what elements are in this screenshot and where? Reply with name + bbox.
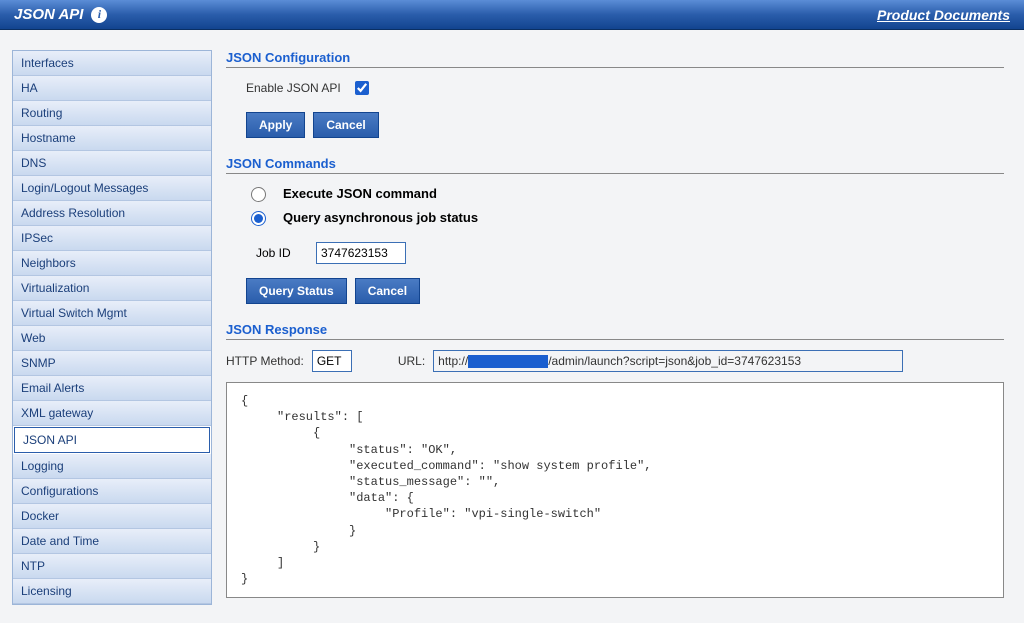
header-title-wrap: JSON API i	[14, 6, 107, 23]
sidebar-item-interfaces[interactable]: Interfaces	[13, 51, 211, 76]
sidebar-item-neighbors[interactable]: Neighbors	[13, 251, 211, 276]
sidebar-item-ha[interactable]: HA	[13, 76, 211, 101]
app-header: JSON API i Product Documents	[0, 0, 1024, 30]
sidebar-item-virtualization[interactable]: Virtualization	[13, 276, 211, 301]
sidebar-item-json-api[interactable]: JSON API	[14, 427, 210, 453]
url-prefix: http://	[438, 354, 468, 368]
sidebar-item-date-and-time[interactable]: Date and Time	[13, 529, 211, 554]
radio-query-row: Query asynchronous job status	[226, 208, 1004, 226]
url-label: URL:	[398, 354, 425, 368]
http-method-value[interactable]	[312, 350, 352, 372]
header-right: Product Documents	[877, 7, 1010, 23]
sidebar-item-snmp[interactable]: SNMP	[13, 351, 211, 376]
sidebar-item-ipsec[interactable]: IPSec	[13, 226, 211, 251]
cancel-button[interactable]: Cancel	[313, 112, 378, 138]
section-json-commands: JSON Commands	[226, 156, 1004, 174]
radio-query-label[interactable]: Query asynchronous job status	[283, 210, 478, 225]
commands-button-row: Query Status Cancel	[246, 278, 1004, 304]
query-status-button[interactable]: Query Status	[246, 278, 347, 304]
url-redacted-host	[468, 355, 548, 368]
jobid-input[interactable]	[316, 242, 406, 264]
url-field[interactable]: http:// /admin/launch?script=json&job_id=…	[433, 350, 903, 372]
section-json-configuration: JSON Configuration	[226, 50, 1004, 68]
sidebar-item-login-logout-messages[interactable]: Login/Logout Messages	[13, 176, 211, 201]
section-json-response: JSON Response	[226, 322, 1004, 340]
info-icon[interactable]: i	[91, 7, 107, 23]
sidebar-item-hostname[interactable]: Hostname	[13, 126, 211, 151]
layout: InterfacesHARoutingHostnameDNSLogin/Logo…	[0, 30, 1024, 617]
page-title: JSON API	[14, 6, 83, 23]
sidebar-item-licensing[interactable]: Licensing	[13, 579, 211, 604]
sidebar-item-docker[interactable]: Docker	[13, 504, 211, 529]
sidebar-item-routing[interactable]: Routing	[13, 101, 211, 126]
config-button-row: Apply Cancel	[246, 112, 1004, 138]
enable-json-row: Enable JSON API	[226, 78, 1004, 98]
commands-cancel-button[interactable]: Cancel	[355, 278, 420, 304]
jobid-row: Job ID	[226, 242, 1004, 264]
http-method-label: HTTP Method:	[226, 354, 304, 368]
sidebar-item-configurations[interactable]: Configurations	[13, 479, 211, 504]
sidebar-item-logging[interactable]: Logging	[13, 454, 211, 479]
enable-json-checkbox[interactable]	[355, 81, 369, 95]
main-content: JSON Configuration Enable JSON API Apply…	[226, 50, 1012, 598]
sidebar: InterfacesHARoutingHostnameDNSLogin/Logo…	[12, 50, 212, 605]
sidebar-item-ntp[interactable]: NTP	[13, 554, 211, 579]
sidebar-item-xml-gateway[interactable]: XML gateway	[13, 401, 211, 426]
response-meta-row: HTTP Method: URL: http:// /admin/launch?s…	[226, 350, 1004, 372]
apply-button[interactable]: Apply	[246, 112, 305, 138]
sidebar-item-web[interactable]: Web	[13, 326, 211, 351]
sidebar-item-email-alerts[interactable]: Email Alerts	[13, 376, 211, 401]
radio-execute-row: Execute JSON command	[226, 184, 1004, 202]
url-suffix: /admin/launch?script=json&job_id=3747623…	[548, 354, 801, 368]
enable-json-label: Enable JSON API	[246, 81, 341, 95]
radio-execute-label[interactable]: Execute JSON command	[283, 186, 437, 201]
radio-query[interactable]	[251, 211, 266, 226]
sidebar-item-virtual-switch-mgmt[interactable]: Virtual Switch Mgmt	[13, 301, 211, 326]
response-body[interactable]: { "results": [ { "status": "OK", "execut…	[226, 382, 1004, 598]
sidebar-item-address-resolution[interactable]: Address Resolution	[13, 201, 211, 226]
jobid-label: Job ID	[256, 246, 306, 260]
product-documents-link[interactable]: Product Documents	[877, 7, 1010, 23]
radio-execute[interactable]	[251, 187, 266, 202]
sidebar-item-dns[interactable]: DNS	[13, 151, 211, 176]
